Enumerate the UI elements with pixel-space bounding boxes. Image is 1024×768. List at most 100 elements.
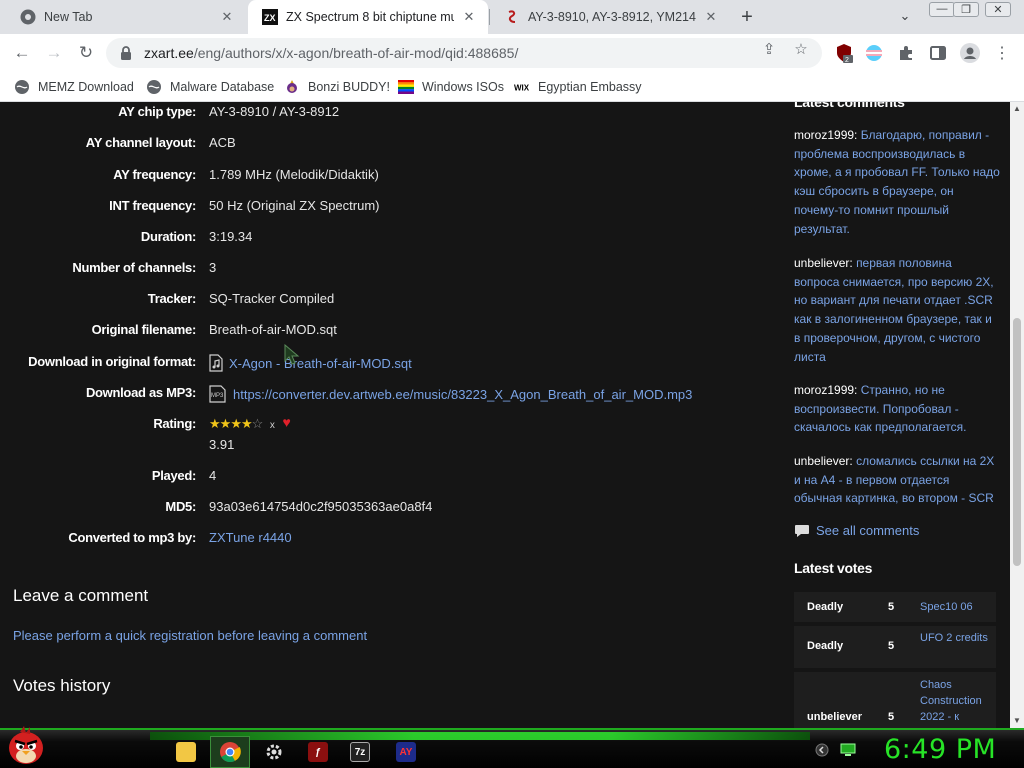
globe-icon bbox=[146, 79, 162, 95]
kebab-menu-icon[interactable]: ⋮ bbox=[992, 43, 1012, 63]
page-scrollbar[interactable]: ▲ ▼ bbox=[1010, 102, 1024, 728]
download-mp3-link[interactable]: https://converter.dev.artweb.ee/music/83… bbox=[233, 387, 692, 402]
tab-ay-chip[interactable]: AY-3-8910, AY-3-8912, YM2149 ( ✕ bbox=[490, 0, 730, 34]
detail-row-md5: MD5: 93a03e614754d0c2f95035363ae0a8f4 bbox=[0, 499, 760, 519]
detail-row-tracker: Tracker: SQ-Tracker Compiled bbox=[0, 291, 760, 311]
vote-user[interactable]: unbeliever bbox=[807, 711, 862, 723]
comment-bubble-icon bbox=[795, 524, 809, 537]
maximize-button[interactable]: ❐ bbox=[950, 0, 982, 18]
scroll-up-icon[interactable]: ▲ bbox=[1010, 102, 1024, 116]
comment-text[interactable]: Благодарю, поправил - проблема воспроизв… bbox=[794, 128, 1000, 236]
vote-row: Deadly 5 Spec10 06 bbox=[794, 592, 996, 622]
bookmark-malware-db[interactable]: Malware Database bbox=[146, 76, 274, 98]
ay-player-icon: AY bbox=[396, 742, 416, 762]
detail-label: INT frequency: bbox=[109, 198, 196, 213]
detail-row-original-filename: Original filename: Breath-of-air-MOD.sqt bbox=[0, 322, 760, 342]
scroll-down-icon[interactable]: ▼ bbox=[1010, 714, 1024, 728]
tray-hidden-icons-icon[interactable] bbox=[814, 742, 830, 758]
profile-avatar-icon[interactable] bbox=[960, 43, 980, 63]
taskbar-clock[interactable]: 6:49 PM bbox=[884, 734, 996, 765]
bookmarks-bar: MEMZ Download Malware Database Bonzi BUD… bbox=[0, 72, 1024, 102]
detail-value: AY-3-8910 / AY-3-8912 bbox=[209, 104, 340, 119]
comment-nick[interactable]: moroz1999: bbox=[794, 383, 857, 397]
folder-icon bbox=[176, 742, 196, 762]
comment-nick[interactable]: unbeliever: bbox=[794, 454, 853, 468]
detail-value: 3 bbox=[209, 260, 217, 275]
star-filled-icon[interactable]: ★ bbox=[230, 416, 242, 431]
detail-value: MP3 https://converter.dev.artweb.ee/music… bbox=[209, 385, 692, 403]
detail-value: 50 Hz (Original ZX Spectrum) bbox=[209, 198, 380, 213]
detail-value: ACB bbox=[209, 135, 236, 150]
detail-label: Rating: bbox=[153, 416, 196, 431]
comment-nick[interactable]: unbeliever: bbox=[794, 256, 853, 270]
bookmark-memz[interactable]: MEMZ Download bbox=[14, 76, 134, 98]
registration-link[interactable]: Please perform a quick registration befo… bbox=[13, 628, 367, 643]
mouse-cursor-icon bbox=[284, 344, 300, 365]
favourite-heart-icon[interactable]: ♥ bbox=[283, 414, 291, 430]
url-text: zxart.ee/eng/authors/x/x-agon/breath-of-… bbox=[144, 45, 518, 61]
taskbar-file-explorer[interactable] bbox=[166, 736, 206, 768]
latest-votes-heading: Latest votes bbox=[794, 560, 873, 576]
star-filled-icon[interactable]: ★ bbox=[241, 416, 253, 431]
vote-user[interactable]: Deadly bbox=[807, 601, 843, 613]
detail-label: AY chip type: bbox=[118, 104, 196, 119]
reload-icon[interactable]: ↻ bbox=[74, 41, 98, 65]
tab-title: ZX Spectrum 8 bit chiptune musi bbox=[286, 10, 454, 24]
bookmark-star-icon[interactable]: ☆ bbox=[792, 41, 810, 59]
side-panel-icon[interactable] bbox=[928, 43, 948, 63]
taskbar-chrome[interactable] bbox=[210, 736, 250, 768]
bookmark-label: Bonzi BUDDY! bbox=[308, 80, 390, 94]
vote-user[interactable]: Deadly bbox=[807, 640, 843, 652]
star-filled-icon[interactable]: ★ bbox=[220, 416, 232, 431]
extensions-puzzle-icon[interactable] bbox=[896, 43, 916, 63]
latest-comments-heading: Latest comments bbox=[794, 102, 905, 110]
bookmark-windows-isos[interactable]: Windows ISOs bbox=[398, 76, 504, 98]
download-original-link[interactable]: X-Agon - Breath-of-air-MOD.sqt bbox=[229, 356, 412, 371]
flag-extension-icon[interactable] bbox=[864, 43, 884, 63]
start-button-angry-bird-icon[interactable] bbox=[6, 724, 46, 766]
url-domain: zxart.ee bbox=[144, 45, 194, 61]
detail-row-channel-layout: AY channel layout: ACB bbox=[0, 135, 760, 155]
share-icon[interactable]: ⇪ bbox=[760, 41, 778, 59]
bookmark-label: Malware Database bbox=[170, 80, 275, 94]
taskbar-settings[interactable] bbox=[254, 736, 294, 768]
bookmark-egyptian-embassy[interactable]: WIX Egyptian Embassy bbox=[514, 76, 642, 98]
close-tab-icon[interactable]: ✕ bbox=[218, 8, 236, 26]
new-tab-button[interactable]: + bbox=[736, 6, 758, 28]
close-tab-icon[interactable]: ✕ bbox=[460, 8, 478, 26]
vote-title-link[interactable]: Chaos Construction 2022 - к bbox=[920, 677, 990, 725]
scrollbar-thumb[interactable] bbox=[1013, 318, 1021, 566]
taskbar-ay-player[interactable]: AY bbox=[386, 736, 426, 768]
bookmark-bonzi[interactable]: Bonzi BUDDY! bbox=[284, 76, 390, 98]
tab-search-chevron-icon[interactable]: ⌄ bbox=[896, 8, 914, 26]
close-window-button[interactable]: ✕ bbox=[982, 0, 1014, 18]
vote-title-link[interactable]: UFO 2 credits bbox=[920, 630, 990, 646]
see-all-comments-link[interactable]: See all comments bbox=[794, 523, 919, 538]
vote-score: 5 bbox=[888, 711, 895, 723]
address-bar[interactable]: zxart.ee/eng/authors/x/x-agon/breath-of-… bbox=[106, 38, 822, 68]
detail-label: Tracker: bbox=[147, 291, 197, 306]
ublock-extension-icon[interactable]: 2 bbox=[834, 43, 854, 63]
lock-icon[interactable] bbox=[120, 46, 132, 60]
converter-link[interactable]: ZXTune r4440 bbox=[209, 530, 292, 545]
star-filled-icon[interactable]: ★ bbox=[209, 416, 221, 431]
close-tab-icon[interactable]: ✕ bbox=[702, 8, 720, 26]
detail-label: Converted to mp3 by: bbox=[68, 530, 196, 545]
detail-value: Breath-of-air-MOD.sqt bbox=[209, 322, 337, 337]
rating-stars[interactable]: ★★★★☆ bbox=[209, 416, 264, 431]
extension-badge: 2 bbox=[845, 57, 849, 63]
comment-nick[interactable]: moroz1999: bbox=[794, 128, 857, 142]
comment-text[interactable]: первая половина вопроса снимается, про в… bbox=[794, 256, 994, 364]
taskbar-flash-player[interactable]: ƒ bbox=[298, 736, 338, 768]
star-empty-icon[interactable]: ☆ bbox=[252, 416, 264, 431]
rating-multiplier: x bbox=[269, 420, 275, 431]
forward-arrow-icon[interactable]: → bbox=[42, 41, 66, 65]
vote-title-link[interactable]: Spec10 06 bbox=[920, 599, 990, 615]
taskbar-7zip[interactable]: 7z bbox=[340, 736, 380, 768]
vote-score: 5 bbox=[888, 601, 895, 613]
tab-zxart[interactable]: ZX ZX Spectrum 8 bit chiptune musi ✕ bbox=[248, 0, 488, 34]
tray-network-icon[interactable] bbox=[840, 742, 856, 758]
comment-item: moroz1999: Благодарю, поправил - проблем… bbox=[794, 126, 1000, 238]
tab-new-tab[interactable]: New Tab ✕ bbox=[6, 0, 246, 34]
back-arrow-icon[interactable]: ← bbox=[10, 41, 34, 65]
